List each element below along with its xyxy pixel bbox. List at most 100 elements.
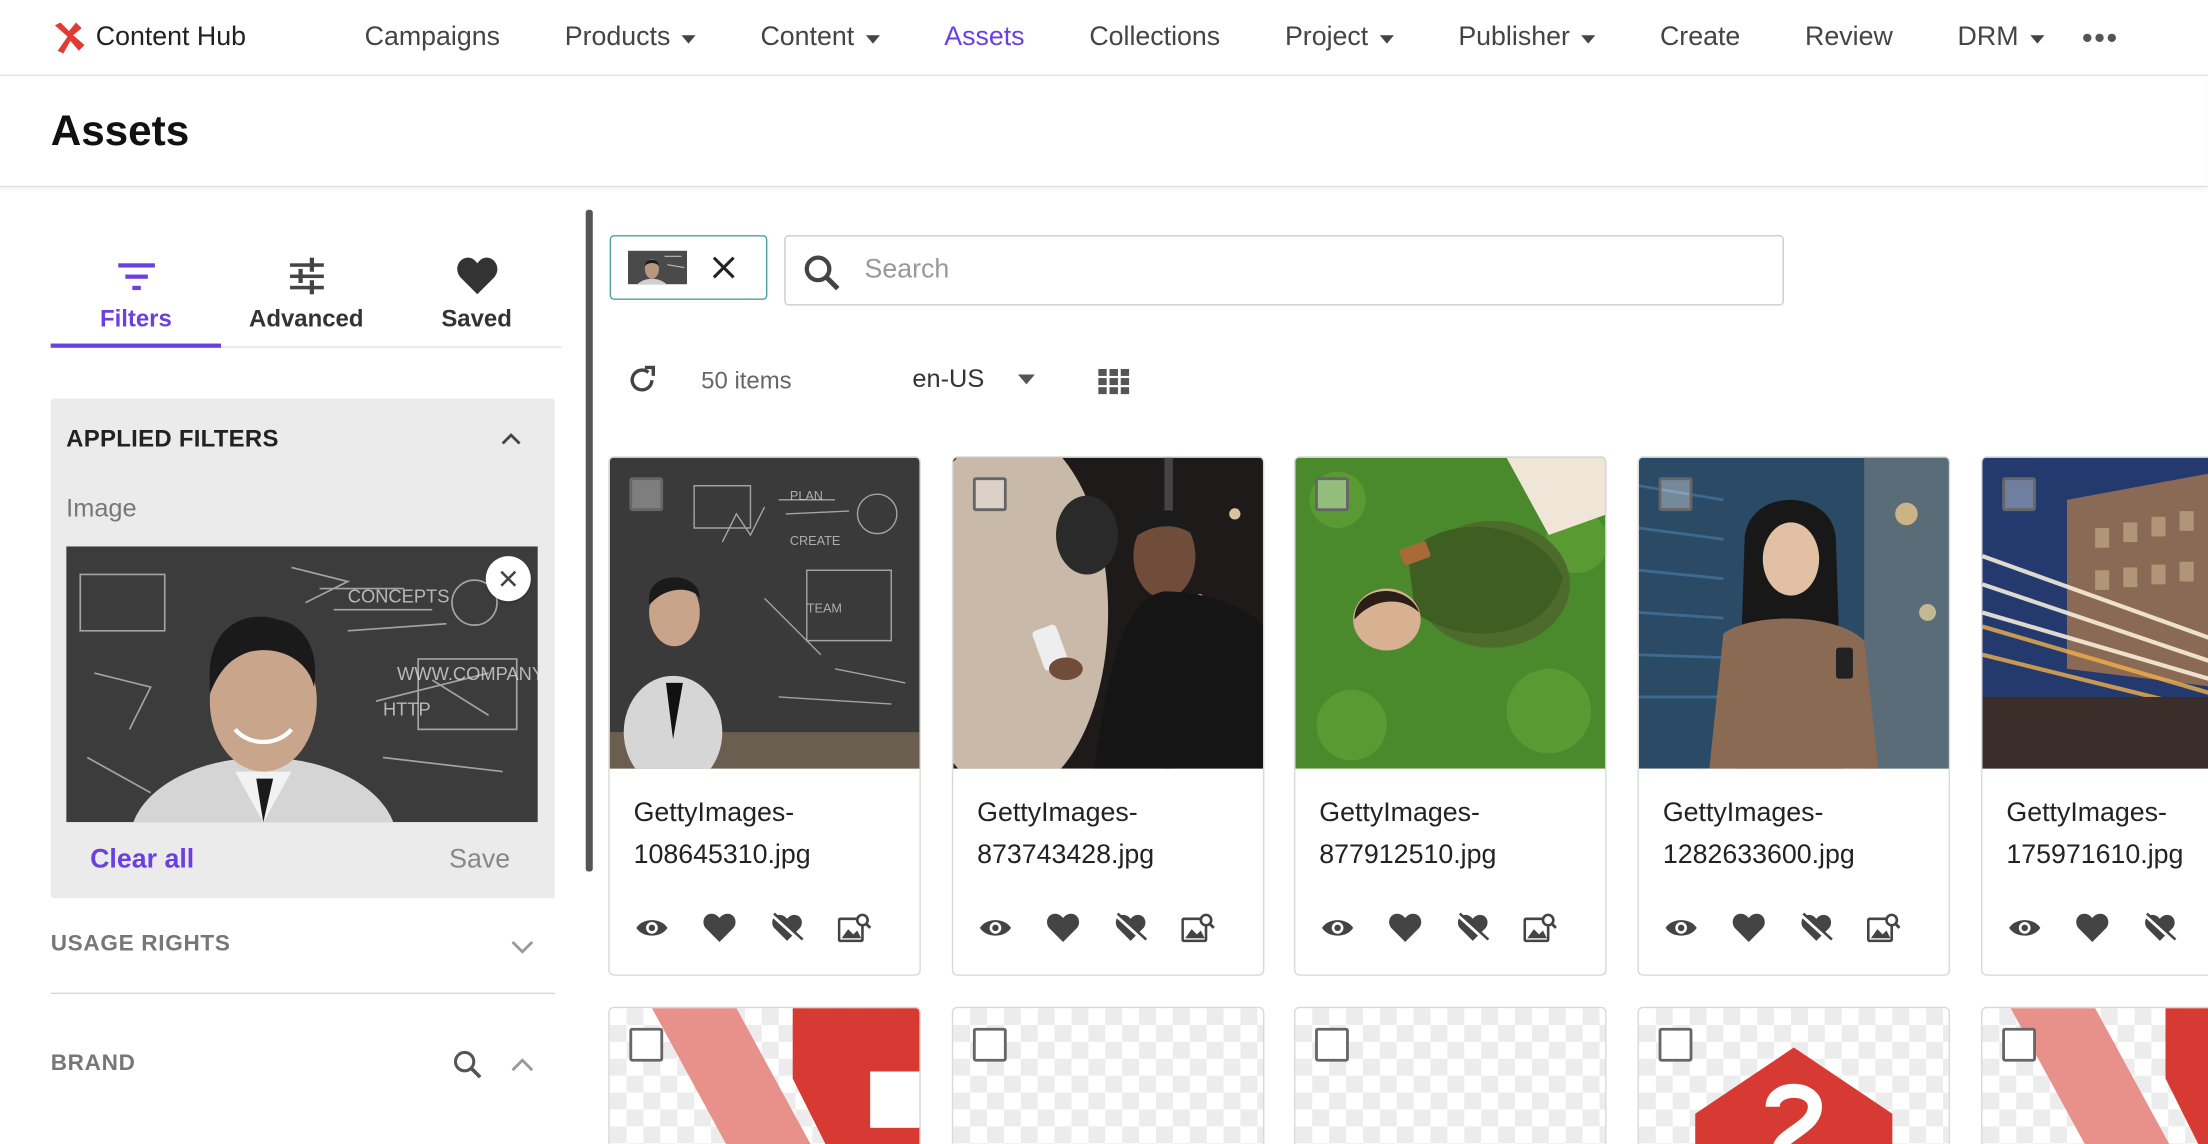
svg-text:CREATE: CREATE: [790, 534, 840, 548]
image-search-icon: [1523, 913, 1557, 943]
image-search-chip[interactable]: [609, 235, 768, 300]
heart-broken-button[interactable]: [1799, 911, 1833, 945]
facet-brand-label: BRAND: [50, 1051, 136, 1076]
asset-select-checkbox[interactable]: [972, 1027, 1007, 1062]
sidebar-scrollbar[interactable]: [585, 209, 593, 872]
asset-card[interactable]: [951, 1006, 1265, 1144]
tab-advanced-label: Advanced: [249, 305, 364, 333]
asset-select-checkbox[interactable]: [1315, 477, 1349, 512]
heart-broken-button[interactable]: [1456, 911, 1490, 945]
nav-items: Campaigns Products Content Assets Collection…: [332, 0, 2076, 75]
chip-thumbnail: [627, 250, 688, 285]
eye-button[interactable]: [979, 911, 1013, 945]
heart-button[interactable]: [703, 911, 737, 945]
brand[interactable]: Content Hub: [51, 19, 333, 56]
locale-select[interactable]: en-US: [912, 365, 1035, 395]
heart-button[interactable]: [2075, 911, 2109, 945]
eye-button[interactable]: [635, 911, 669, 945]
heart-broken-button[interactable]: [1114, 911, 1148, 945]
svg-text:PLAN: PLAN: [790, 489, 823, 503]
asset-select-checkbox[interactable]: [629, 477, 664, 512]
heart-broken-button[interactable]: [770, 911, 804, 945]
heart-icon: [1732, 913, 1765, 942]
heart-icon: [703, 913, 736, 942]
chevron-up-icon[interactable]: [501, 429, 521, 449]
asset-select-checkbox[interactable]: [972, 477, 1007, 512]
grid-view-icon[interactable]: [1098, 368, 1130, 395]
items-count: 50 items: [701, 367, 792, 395]
heart-broken-icon: [2144, 912, 2177, 943]
svg-text:CONCEPTS: CONCEPTS: [348, 586, 450, 607]
image-search-button[interactable]: [1181, 911, 1215, 945]
heart-broken-icon: [771, 912, 804, 943]
nav-item-label: DRM: [1957, 21, 2019, 52]
asset-select-checkbox[interactable]: [1658, 477, 1693, 512]
chevron-down-icon: [1379, 34, 1394, 43]
image-search-button[interactable]: [1523, 911, 1557, 945]
heart-button[interactable]: [1732, 911, 1766, 945]
nav-item-drm[interactable]: DRM: [1925, 0, 2076, 75]
eye-icon: [1665, 920, 1697, 936]
heart-broken-button[interactable]: [2143, 911, 2177, 945]
applied-filter-image: CONCEPTS WWW.COMPANY HTTP: [66, 546, 538, 823]
eye-button[interactable]: [1321, 911, 1355, 945]
chevron-down-icon[interactable]: [511, 938, 534, 955]
image-search-button[interactable]: [1867, 911, 1901, 945]
asset-card[interactable]: GettyImages-1282633600.jpg: [1637, 456, 1951, 976]
asset-select-checkbox[interactable]: [1315, 1027, 1349, 1062]
facet-usage-rights[interactable]: USAGE RIGHTS: [50, 910, 555, 995]
heart-button[interactable]: [1046, 911, 1080, 945]
asset-card[interactable]: GettyImages-873743428.jpg: [951, 456, 1265, 976]
image-search-button[interactable]: [837, 911, 872, 945]
tab-saved-label: Saved: [441, 305, 512, 333]
eye-icon: [2009, 920, 2041, 936]
eye-button[interactable]: [2008, 911, 2042, 945]
save-filters-button[interactable]: Save: [449, 845, 510, 876]
nav-item-project[interactable]: Project: [1253, 0, 1426, 75]
asset-card[interactable]: [1637, 1006, 1951, 1144]
heart-button[interactable]: [1388, 911, 1422, 945]
asset-select-checkbox[interactable]: [1658, 1027, 1693, 1062]
nav-item-assets[interactable]: Assets: [912, 0, 1057, 75]
asset-card[interactable]: GettyImages-175971610.jpg: [1981, 456, 2208, 976]
tab-saved[interactable]: Saved: [391, 252, 561, 348]
nav-item-label: Campaigns: [364, 21, 500, 52]
asset-card[interactable]: PLAN CREATE TEAM GettyImages-108645310.jpg: [608, 456, 921, 976]
asset-filename: GettyImages-175971610.jpg: [2006, 798, 2184, 871]
asset-card[interactable]: [1981, 1006, 2208, 1144]
nav-item-create[interactable]: Create: [1628, 0, 1773, 75]
chip-close-button[interactable]: [710, 253, 738, 281]
nav-item-review[interactable]: Review: [1773, 0, 1926, 75]
facet-brand[interactable]: BRAND: [51, 1029, 555, 1113]
asset-select-checkbox[interactable]: [2002, 477, 2036, 512]
image-search-icon: [837, 913, 872, 943]
asset-select-checkbox[interactable]: [629, 1027, 664, 1062]
search-input[interactable]: [864, 244, 1752, 296]
refresh-icon[interactable]: [625, 363, 659, 397]
asset-card[interactable]: GettyImages-877912510.jpg: [1293, 456, 1607, 976]
nav-item-products[interactable]: Products: [532, 0, 728, 75]
remove-image-filter-button[interactable]: [485, 556, 531, 602]
chevron-down-icon: [2029, 34, 2044, 43]
asset-filename: GettyImages-108645310.jpg: [633, 798, 811, 871]
asset-actions: [1321, 911, 1591, 945]
facet-usage-rights-label: USAGE RIGHTS: [50, 932, 231, 957]
clear-all-filters-link[interactable]: Clear all: [90, 845, 194, 876]
nav-item-collections[interactable]: Collections: [1057, 0, 1253, 75]
asset-select-checkbox[interactable]: [2002, 1027, 2036, 1062]
nav-item-publisher[interactable]: Publisher: [1426, 0, 1628, 75]
close-icon: [712, 256, 735, 279]
chevron-up-icon[interactable]: [511, 1057, 534, 1074]
tab-advanced[interactable]: Advanced: [221, 252, 391, 348]
search-icon[interactable]: [452, 1049, 483, 1080]
brand-name: Content Hub: [95, 21, 246, 52]
nav-item-content[interactable]: Content: [728, 0, 912, 75]
asset-card[interactable]: [1293, 1006, 1607, 1144]
more-menu-icon[interactable]: •••: [2076, 19, 2118, 56]
nav-item-campaigns[interactable]: Campaigns: [332, 0, 532, 75]
tab-filters[interactable]: Filters: [50, 252, 222, 348]
eye-button[interactable]: [1664, 911, 1698, 945]
asset-card[interactable]: [608, 1006, 921, 1144]
search-box: [784, 235, 1784, 306]
heart-icon: [456, 257, 497, 295]
